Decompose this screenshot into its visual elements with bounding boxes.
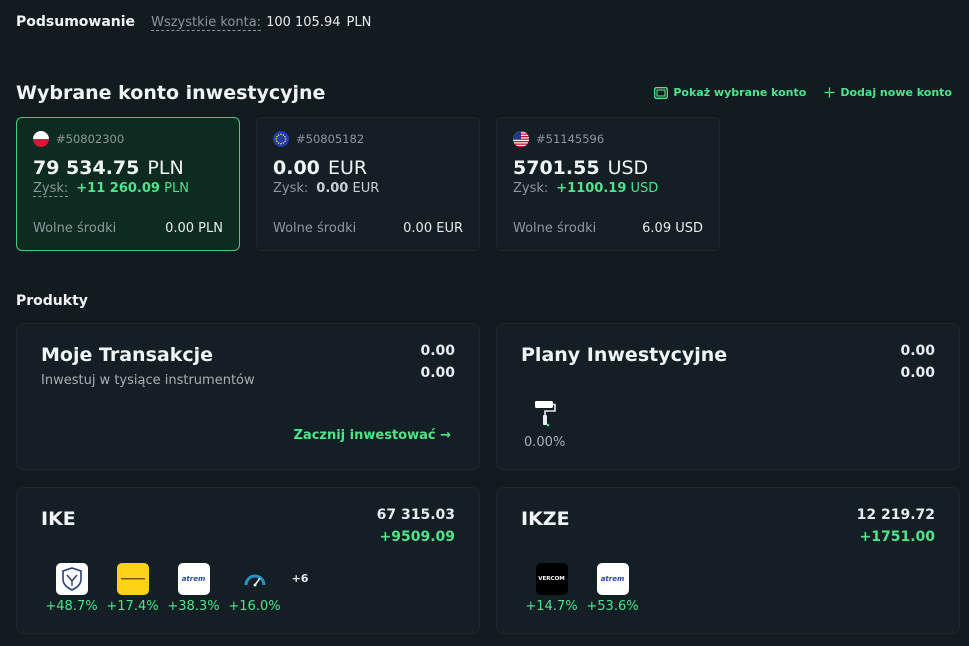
eu-flag-icon	[273, 131, 289, 147]
product-card-plans[interactable]: Plany Inwestycyjne 0.00 0.00 0.00%	[496, 323, 960, 470]
account-card-eur[interactable]: #50805182 0.00 EUR Zysk: 0.00 EUR Wolne ś…	[256, 117, 480, 251]
usa-flag-icon	[513, 131, 529, 147]
product-secondary-value: 0.00	[420, 365, 455, 381]
screen-icon	[654, 86, 669, 99]
show-selected-account-label: Pokaż wybrane konto	[673, 86, 807, 99]
account-card-usd[interactable]: #51145596 5701.55 USD Zysk: +1100.19 USD …	[496, 117, 720, 251]
holding-item[interactable]: +16.0%	[224, 563, 285, 614]
summary-title: Podsumowanie	[16, 14, 136, 30]
product-name: Plany Inwestycyjne	[521, 344, 728, 366]
account-card-pln[interactable]: #50802300 79 534.75 PLN Zysk: +11 260.09 …	[16, 117, 240, 251]
account-free-funds: Wolne środki 0.00 PLN	[33, 221, 223, 236]
add-account-label: Dodaj nowe konto	[840, 86, 952, 99]
vercom-logo-icon: VERCOM	[535, 563, 568, 595]
yellow-logo-icon	[116, 563, 149, 595]
account-actions: Pokaż wybrane konto Dodaj nowe konto	[654, 86, 952, 99]
product-card-ikze[interactable]: IKZE 12 219.72 +1751.00 VERCOM +14.7% at…	[496, 487, 960, 634]
atrem-logo-icon: atrem	[596, 563, 629, 595]
shield-logo-icon	[55, 563, 88, 595]
gauge-logo-icon	[238, 563, 271, 595]
holding-item[interactable]: VERCOM +14.7%	[521, 563, 582, 614]
account-profit: Zysk: +1100.19 USD	[513, 181, 659, 196]
product-subtitle: Inwestuj w tysiące instrumentów	[41, 373, 255, 388]
product-card-transactions[interactable]: Moje Transakcje Inwestuj w tysiące instr…	[16, 323, 480, 470]
product-name: IKZE	[521, 508, 570, 530]
product-value: 0.00	[900, 343, 935, 359]
account-profit: Zysk: 0.00 EUR	[273, 181, 380, 196]
paint-roller-icon	[534, 399, 556, 431]
poland-flag-icon	[33, 131, 49, 147]
add-account-button[interactable]: Dodaj nowe konto	[824, 86, 952, 99]
account-balance: 0.00 EUR	[273, 157, 368, 179]
holding-item[interactable]: atrem +38.3%	[163, 563, 224, 614]
product-value: 67 315.03	[376, 507, 455, 523]
product-value: 12 219.72	[856, 507, 935, 523]
holdings-list: VERCOM +14.7% atrem +53.6%	[521, 563, 643, 614]
all-accounts-currency: PLN	[346, 15, 372, 30]
product-card-ike[interactable]: IKE 67 315.03 +9509.09 +48.7% +17.4% atr…	[16, 487, 480, 634]
product-name: IKE	[41, 508, 76, 530]
holding-item[interactable]: +17.4%	[102, 563, 163, 614]
atrem-logo-icon: atrem	[177, 563, 210, 595]
account-number: #50802300	[56, 132, 125, 146]
product-profit-value: +9509.09	[379, 529, 456, 545]
account-number: #51145596	[536, 132, 605, 146]
summary-bar: Podsumowanie Wszystkie konta: 100 105.94…	[16, 14, 371, 31]
plus-icon	[824, 87, 835, 98]
account-free-funds: Wolne środki 6.09 USD	[513, 221, 703, 236]
account-profit: Zysk: +11 260.09 PLN	[33, 181, 189, 197]
products-title: Produkty	[16, 293, 88, 309]
all-accounts-label[interactable]: Wszystkie konta:	[151, 15, 262, 31]
show-selected-account-button[interactable]: Pokaż wybrane konto	[654, 86, 806, 99]
account-number: #50805182	[296, 132, 365, 146]
more-holdings-badge[interactable]: +6	[285, 563, 315, 614]
product-secondary-value: 0.00	[900, 365, 935, 381]
all-accounts-value: 100 105.94	[266, 15, 341, 30]
product-name: Moje Transakcje	[41, 344, 213, 366]
account-balance: 5701.55 USD	[513, 157, 649, 179]
investment-section-title: Wybrane konto inwestycyjne	[16, 82, 326, 104]
plan-percent: 0.00%	[524, 435, 566, 450]
start-investing-link[interactable]: Zacznij inwestować →	[294, 428, 452, 443]
account-free-funds: Wolne środki 0.00 EUR	[273, 221, 463, 236]
product-profit-value: +1751.00	[859, 529, 936, 545]
account-balance: 79 534.75 PLN	[33, 157, 184, 179]
holding-item[interactable]: atrem +53.6%	[582, 563, 643, 614]
holding-item[interactable]: +48.7%	[41, 563, 102, 614]
product-value: 0.00	[420, 343, 455, 359]
holdings-list: +48.7% +17.4% atrem +38.3% +16.0% +6	[41, 563, 315, 614]
